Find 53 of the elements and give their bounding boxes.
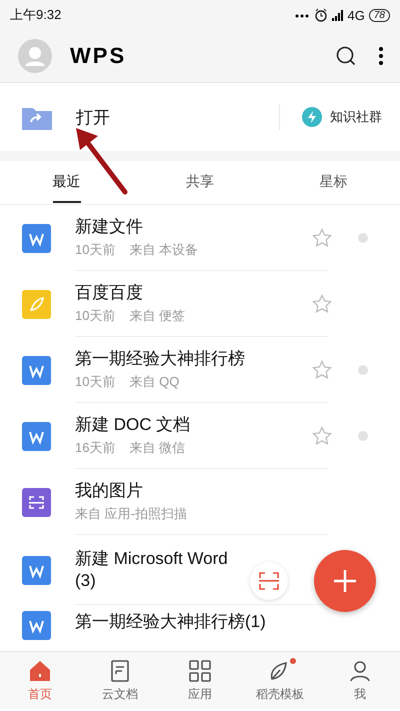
word-doc-icon bbox=[22, 556, 51, 584]
alarm-icon bbox=[314, 8, 328, 22]
tab[interactable]: 星标 bbox=[319, 162, 348, 202]
nav-tab[interactable]: 应用 bbox=[188, 686, 212, 702]
file-source: 来自 QQ bbox=[129, 373, 180, 391]
file-time: 10天前 bbox=[75, 373, 116, 391]
file-name[interactable]: 新建 Microsoft Word bbox=[75, 548, 312, 570]
document-icon[interactable] bbox=[108, 658, 132, 682]
community-link[interactable]: 知识社群 bbox=[330, 108, 382, 126]
person-icon[interactable] bbox=[348, 658, 372, 682]
star-icon[interactable] bbox=[312, 294, 332, 314]
file-name[interactable]: 百度百度 bbox=[75, 282, 312, 304]
file-source: 来自 便签 bbox=[129, 307, 186, 325]
file-name[interactable]: 第一期经验大神排行榜(1) bbox=[75, 611, 315, 633]
file-name[interactable]: 第一期经验大神排行榜 bbox=[75, 348, 312, 370]
scan-icon bbox=[22, 488, 51, 516]
nav-tab[interactable]: 稻壳模板 bbox=[256, 686, 304, 702]
scan-icon bbox=[258, 571, 280, 591]
star-icon[interactable] bbox=[312, 228, 332, 248]
file-source: 来自 应用-拍照扫描 bbox=[75, 505, 187, 523]
star-icon[interactable] bbox=[312, 426, 332, 446]
file-time: 16天前 bbox=[75, 439, 116, 457]
word-doc-icon bbox=[22, 224, 51, 252]
home-icon[interactable] bbox=[28, 658, 52, 682]
file-time: 10天前 bbox=[75, 307, 116, 325]
app-logo: WPS bbox=[70, 43, 128, 69]
file-source: 来自 本设备 bbox=[129, 241, 198, 259]
file-source: 来自 微信 bbox=[129, 439, 186, 457]
file-name[interactable]: 新建 DOC 文档 bbox=[75, 414, 312, 436]
open-button[interactable]: 打开 bbox=[76, 106, 279, 128]
search-icon[interactable] bbox=[336, 46, 356, 66]
nav-tab[interactable]: 云文档 bbox=[102, 686, 138, 702]
word-doc-icon bbox=[22, 422, 51, 450]
network-type: 4G bbox=[348, 8, 365, 22]
file-name[interactable]: 我的图片 bbox=[75, 480, 312, 502]
status-time: 上午9:32 bbox=[10, 6, 62, 24]
tab[interactable]: 最近 bbox=[52, 162, 81, 202]
plus-icon bbox=[333, 569, 357, 593]
more-menu-icon[interactable] bbox=[378, 46, 384, 66]
file-name[interactable]: 新建文件 bbox=[75, 216, 312, 238]
file-time: 10天前 bbox=[75, 241, 116, 259]
signal-icon bbox=[332, 9, 344, 21]
nav-tab[interactable]: 首页 bbox=[28, 686, 52, 702]
battery-level: 78 bbox=[368, 8, 390, 22]
star-icon[interactable] bbox=[312, 360, 332, 380]
tab[interactable]: 共享 bbox=[186, 162, 214, 202]
lightning-icon bbox=[302, 107, 322, 127]
word-doc-icon bbox=[22, 611, 51, 640]
word-doc-icon bbox=[22, 356, 51, 384]
note-icon bbox=[22, 290, 51, 318]
grid-icon[interactable] bbox=[188, 658, 212, 682]
file-name[interactable]: (3) bbox=[75, 570, 312, 592]
nav-tab[interactable]: 我 bbox=[354, 686, 366, 702]
